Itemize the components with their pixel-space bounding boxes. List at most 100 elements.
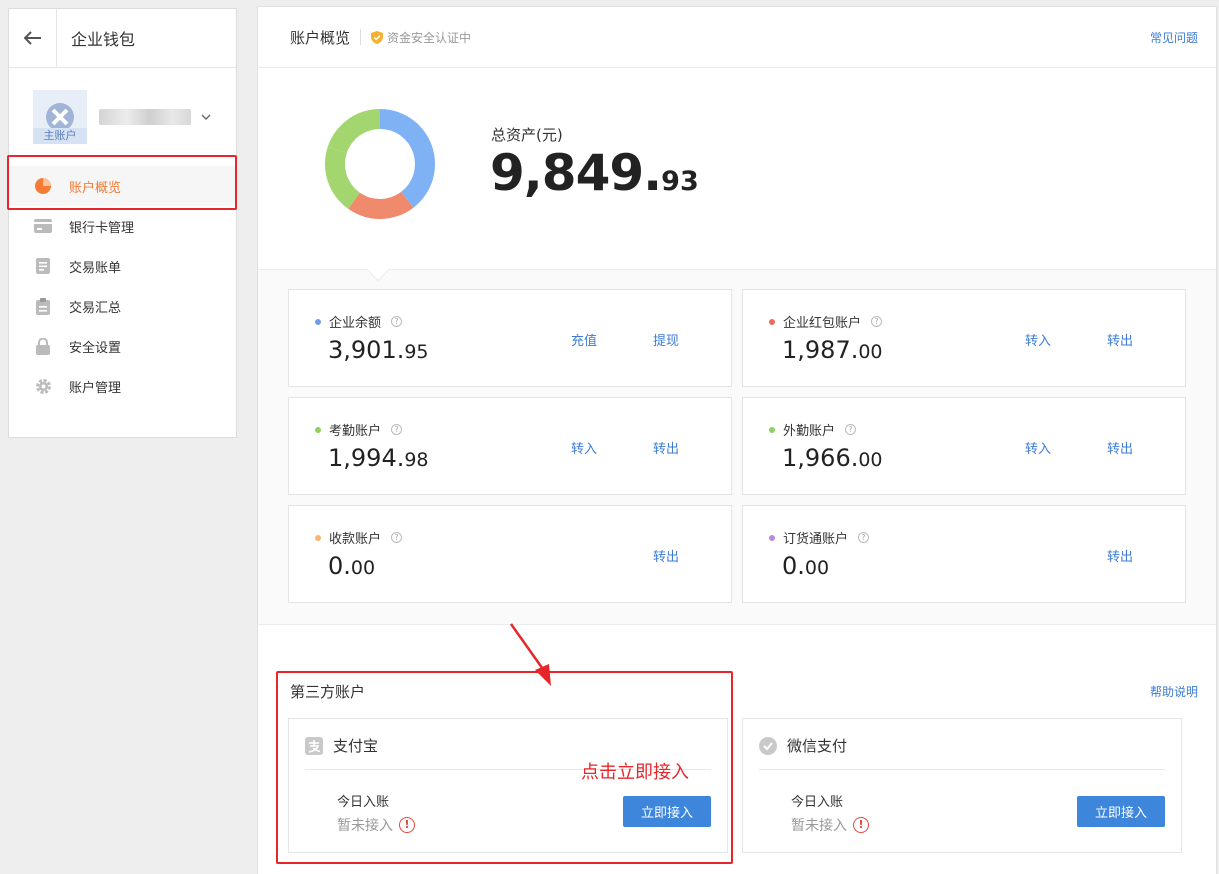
- annotation-arrow-icon: [509, 623, 551, 686]
- today-income-label: 今日入账: [337, 795, 390, 810]
- total-assets-decimal: 93: [661, 166, 699, 197]
- sidebar-item-bank-cards[interactable]: 银行卡管理: [9, 206, 236, 246]
- amount-integer: 1,966.: [782, 444, 859, 472]
- avatar: 主账户: [33, 90, 87, 144]
- provider-header: 微信支付: [759, 735, 847, 756]
- account-amount: 1,966.00: [782, 444, 883, 472]
- wechat-pay-card: 微信支付 今日入账 暂未接入 ! 立即接入: [742, 718, 1182, 853]
- provider-header: 支付宝: [305, 735, 378, 756]
- divider: [360, 29, 362, 45]
- transfer-out-button[interactable]: 转出: [1107, 330, 1133, 349]
- account-name-text: 考勤账户: [329, 424, 382, 439]
- account-amount: 0.00: [782, 552, 829, 580]
- sidebar-item-label: 银行卡管理: [69, 220, 135, 236]
- status-dot: [315, 318, 321, 325]
- faq-link[interactable]: 常见问题: [1150, 29, 1198, 46]
- pie-chart-icon: [33, 176, 53, 196]
- transfer-out-button[interactable]: 转出: [1107, 546, 1133, 565]
- bill-icon: [33, 256, 53, 276]
- today-income-label: 今日入账: [791, 795, 844, 810]
- account-name-redacted: [99, 109, 191, 125]
- donut-slice: [348, 191, 414, 219]
- sidebar-item-label: 账户管理: [69, 380, 122, 396]
- arrow-left-icon[interactable]: [9, 8, 57, 68]
- account-amount: 1,987.00: [782, 336, 883, 364]
- sidebar-item-label: 账户概览: [69, 180, 122, 196]
- sidebar-item-overview[interactable]: 账户概览: [9, 166, 236, 206]
- help-icon[interactable]: ?: [391, 316, 403, 327]
- connection-status: 暂未接入 !: [337, 815, 415, 835]
- account-name-text: 收款账户: [329, 532, 382, 547]
- amount-decimal: 00: [804, 557, 830, 579]
- summary-pointer: [366, 258, 390, 282]
- third-party-section: 第三方账户 帮助说明 支付宝 今日入账 暂未接入 ! 立即接入 微信支付 今日入…: [258, 624, 1216, 874]
- sidebar-title: 企业钱包: [71, 30, 136, 49]
- lock-icon: [33, 336, 53, 356]
- chevron-down-icon[interactable]: [201, 112, 211, 122]
- connection-status-text: 暂未接入: [791, 818, 847, 834]
- account-amount: 0.00: [328, 552, 375, 580]
- sidebar-item-security[interactable]: 安全设置: [9, 326, 236, 366]
- status-dot: [315, 534, 321, 541]
- gear-icon: [33, 376, 53, 396]
- status-dot: [769, 318, 775, 325]
- total-assets-value: 9,849.93: [490, 144, 699, 202]
- recharge-button[interactable]: 充值: [571, 330, 597, 349]
- help-icon[interactable]: ?: [391, 424, 403, 435]
- total-assets-label: 总资产(元): [491, 126, 563, 144]
- amount-decimal: 00: [858, 341, 883, 363]
- sidebar: 企业钱包 主账户 账户概览 银行卡管理 交易账单 交易汇总 安全设置 账户管理: [8, 8, 237, 438]
- transfer-in-button[interactable]: 转入: [1025, 330, 1051, 349]
- sidebar-item-summary[interactable]: 交易汇总: [9, 286, 236, 326]
- connect-now-button[interactable]: 立即接入: [1077, 796, 1165, 827]
- amount-decimal: 00: [858, 449, 883, 471]
- account-name: 企业红包账户?: [769, 312, 883, 331]
- amount-decimal: 95: [404, 341, 429, 363]
- connect-now-button[interactable]: 立即接入: [623, 796, 711, 827]
- wechat-pay-icon: [759, 736, 777, 755]
- account-card-field-work: 外勤账户? 1,966.00 转入 转出: [742, 397, 1186, 495]
- account-card-enterprise-balance: 企业余额? 3,901.95 充值 提现: [288, 289, 732, 387]
- alipay-icon: [305, 736, 323, 755]
- sidebar-item-account-management[interactable]: 账户管理: [9, 366, 236, 406]
- account-name: 订货通账户?: [769, 528, 870, 547]
- account-switcher[interactable]: 主账户: [9, 68, 236, 166]
- sidebar-item-bills[interactable]: 交易账单: [9, 246, 236, 286]
- status-dot: [769, 426, 775, 433]
- help-icon[interactable]: ?: [845, 424, 857, 435]
- amount-integer: 3,901.: [328, 336, 405, 364]
- shield-icon: [371, 30, 384, 44]
- amount-decimal: 98: [404, 449, 429, 471]
- donut-slice: [380, 109, 435, 208]
- account-name-text: 企业红包账户: [783, 316, 862, 331]
- clipboard-icon: [33, 296, 53, 316]
- account-card-collection: 收款账户? 0.00 转出: [288, 505, 732, 603]
- account-amount: 3,901.95: [328, 336, 429, 364]
- page-title: 账户概览: [290, 28, 351, 47]
- help-icon[interactable]: ?: [391, 532, 403, 543]
- account-card-red-packet: 企业红包账户? 1,987.00 转入 转出: [742, 289, 1186, 387]
- help-icon[interactable]: ?: [858, 532, 870, 543]
- transfer-out-button[interactable]: 转出: [653, 438, 679, 457]
- withdraw-button[interactable]: 提现: [653, 330, 679, 349]
- help-link[interactable]: 帮助说明: [1150, 683, 1198, 700]
- warning-icon: !: [853, 817, 869, 833]
- security-status: 资金安全认证中: [371, 29, 471, 46]
- card-icon: [33, 216, 53, 236]
- provider-name: 微信支付: [787, 737, 848, 755]
- asset-summary: 总资产(元) 9,849.93: [258, 68, 1216, 282]
- amount-integer: 1,994.: [328, 444, 405, 472]
- account-name: 收款账户?: [315, 528, 403, 547]
- transfer-in-button[interactable]: 转入: [571, 438, 597, 457]
- main-panel: 账户概览 资金安全认证中 常见问题 总资产(元) 9,849.93 企业余额? …: [257, 6, 1217, 874]
- page-header: 账户概览 资金安全认证中 常见问题: [258, 7, 1216, 68]
- transfer-out-button[interactable]: 转出: [1107, 438, 1133, 457]
- help-icon[interactable]: ?: [871, 316, 883, 327]
- transfer-in-button[interactable]: 转入: [1025, 438, 1051, 457]
- account-card-ordering: 订货通账户? 0.00 转出: [742, 505, 1186, 603]
- sidebar-item-label: 交易账单: [69, 260, 122, 276]
- transfer-out-button[interactable]: 转出: [653, 546, 679, 565]
- annotation-text: 点击立即接入: [581, 762, 689, 783]
- sidebar-header: 企业钱包: [9, 8, 236, 68]
- connection-status: 暂未接入 !: [791, 815, 869, 835]
